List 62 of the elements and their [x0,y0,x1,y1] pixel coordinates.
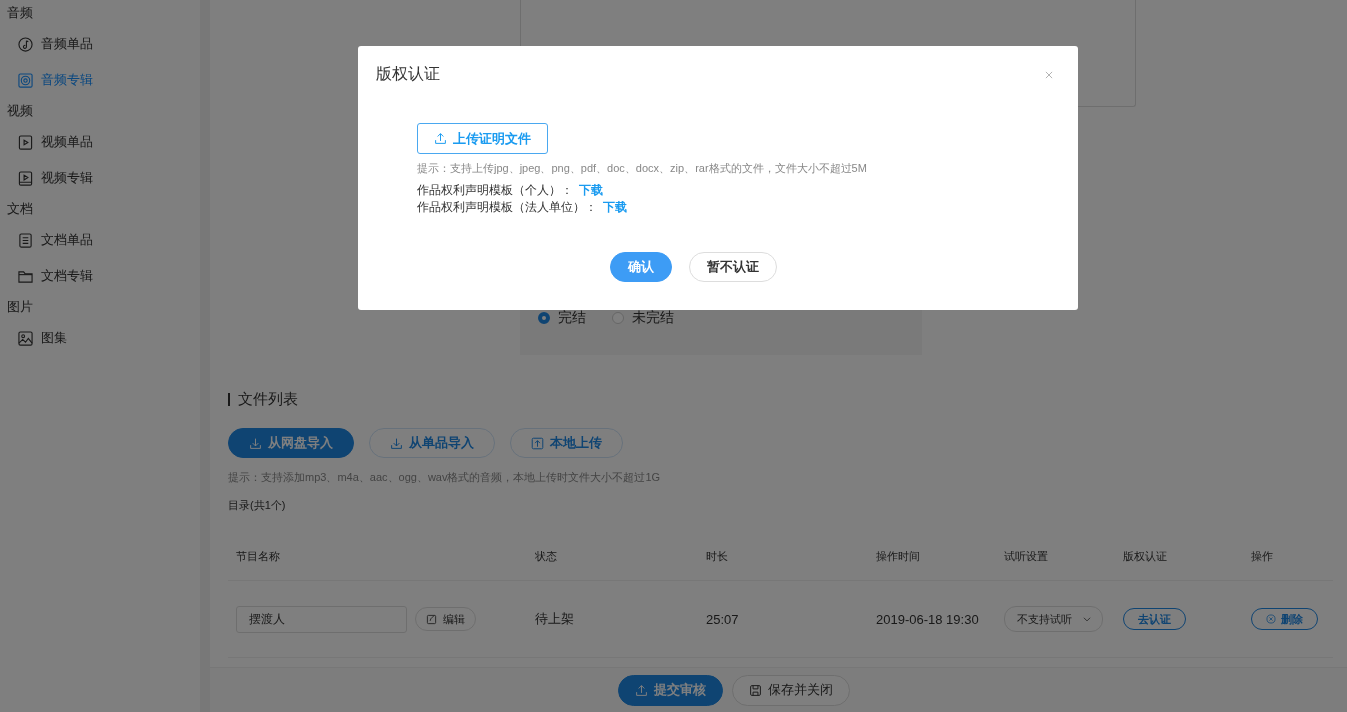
upload-icon [434,132,447,145]
column-header: 操作 [1243,549,1333,581]
column-header: 时长 [698,549,868,581]
template-label: 作品权利声明模板（个人）： [417,182,573,199]
section-title: 文件列表 [238,390,298,409]
import-button[interactable]: 从单品导入 [369,428,495,458]
delete-button[interactable]: 删除 [1251,608,1318,630]
certify-button[interactable]: 去认证 [1123,608,1186,630]
disc-icon [18,72,33,88]
table-cell: 待上架 [527,580,698,658]
image-icon [18,330,33,346]
radio-button[interactable] [538,312,550,324]
submit-button[interactable]: 提交审核 [617,674,723,706]
sidebar-item[interactable]: 图集 [0,320,200,356]
dialog-title: 版权认证 [376,64,440,84]
group-title: 文档 [6,200,34,218]
edit-button[interactable]: 编辑 [415,607,476,631]
download-icon [390,436,403,450]
download-link[interactable]: 下载 [579,182,603,199]
document-icon [18,232,33,248]
edit-icon [426,613,437,625]
file-count: 目录(共1个) [228,498,287,513]
sidebar-item[interactable]: 视频单品 [0,124,200,160]
preview-select[interactable]: 不支持试听 [1004,606,1103,632]
upload-file-button[interactable]: 上传证明文件 [417,123,548,154]
table-cell: 25:07 [698,580,868,658]
music-note-icon [18,36,33,52]
radio-label: 完结 [558,309,586,327]
sidebar-item[interactable]: 文档专辑 [0,258,200,294]
confirm-button[interactable]: 确认 [609,252,672,282]
column-header: 状态 [527,549,698,581]
sidebar-item[interactable]: 文档单品 [0,222,200,258]
skip-button[interactable]: 暂不认证 [688,252,777,282]
column-header: 版权认证 [1115,549,1243,581]
group-title: 图片 [6,298,34,316]
close-icon[interactable] [1044,69,1054,80]
group-title: 音频 [6,4,34,22]
save-icon [748,683,762,697]
import-button[interactable]: 从网盘导入 [228,428,354,458]
hint-text: 提示：支持上传jpg、jpeg、png、pdf、doc、docx、zip、rar格式的文件，文件大小不超过5M [417,161,868,176]
column-header: 操作时间 [868,549,996,581]
group-title: 视频 [6,102,34,120]
upload-icon [531,436,544,450]
video-icon [18,134,33,150]
column-header: 试听设置 [996,549,1115,581]
radio-label: 未完结 [632,309,674,327]
delete-icon [1266,614,1276,624]
column-header: 节目名称 [228,549,527,581]
import-button[interactable]: 本地上传 [510,428,623,458]
save-button[interactable]: 保存并关闭 [731,674,850,706]
template-label: 作品权利声明模板（法人单位）： [417,199,597,216]
sidebar-item[interactable]: 音频专辑 [0,62,200,98]
sidebar-item[interactable]: 视频专辑 [0,160,200,196]
table-cell: 2019-06-18 19:30 [868,580,996,658]
folder-icon [18,268,33,284]
download-icon [249,436,262,450]
video-album-icon [18,170,33,186]
chevron-down-icon [1082,614,1092,624]
upload-icon [634,683,648,697]
sidebar-item[interactable]: 音频单品 [0,26,200,62]
download-link[interactable]: 下载 [603,199,627,216]
name-field[interactable]: 摆渡人 [236,605,407,633]
